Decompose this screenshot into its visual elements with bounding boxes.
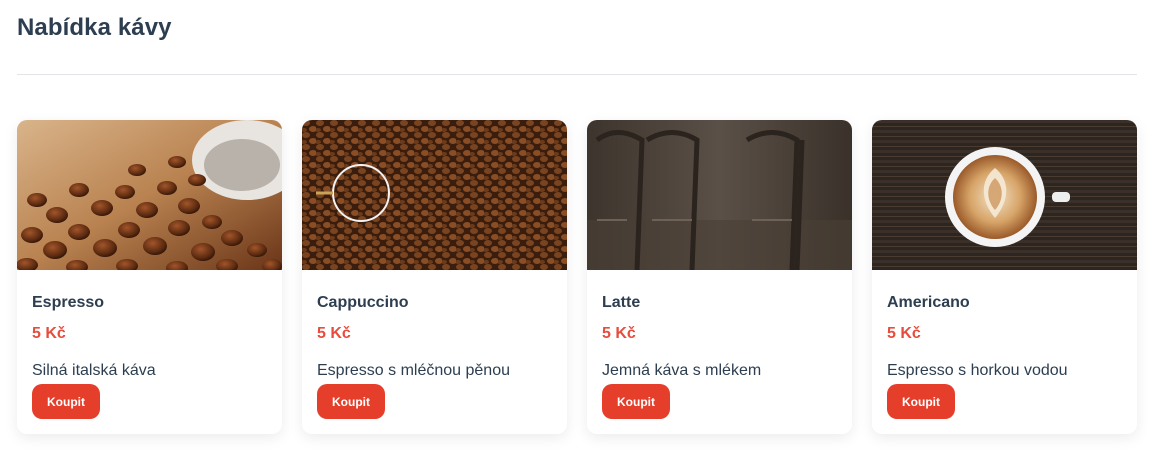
- buy-button[interactable]: Koupit: [602, 384, 670, 419]
- title-divider: [17, 74, 1137, 75]
- product-name: Cappuccino: [317, 294, 409, 311]
- page-title: Nabídka kávy: [17, 14, 172, 41]
- product-card-latte: Latte 5 Kč Jemná káva s mlékem Koupit: [587, 120, 852, 434]
- product-image-bar-stools: [587, 120, 852, 270]
- product-price: 5 Kč: [602, 325, 636, 342]
- product-card-americano: Americano 5 Kč Espresso s horkou vodou K…: [872, 120, 1137, 434]
- product-description: Espresso s mléčnou pěnou: [317, 362, 510, 379]
- product-name: Americano: [887, 294, 970, 311]
- product-description: Jemná káva s mlékem: [602, 362, 762, 379]
- product-image-coffee-beans-magnifier: [302, 120, 567, 270]
- product-card-cappuccino: Cappuccino 5 Kč Espresso s mléčnou pěnou…: [302, 120, 567, 434]
- product-description: Silná italská káva: [32, 362, 156, 379]
- product-grid: Espresso 5 Kč Silná italská káva Koupit: [17, 120, 1137, 434]
- product-description: Espresso s horkou vodou: [887, 362, 1068, 379]
- product-card-body: Latte 5 Kč Jemná káva s mlékem Koupit: [587, 270, 852, 434]
- product-card-body: Cappuccino 5 Kč Espresso s mléčnou pěnou…: [302, 270, 567, 434]
- buy-button[interactable]: Koupit: [32, 384, 100, 419]
- product-price: 5 Kč: [887, 325, 921, 342]
- product-card-espresso: Espresso 5 Kč Silná italská káva Koupit: [17, 120, 282, 434]
- buy-button[interactable]: Koupit: [887, 384, 955, 419]
- product-price: 5 Kč: [32, 325, 66, 342]
- product-image-coffee-beans: [17, 120, 282, 270]
- product-name: Latte: [602, 294, 641, 311]
- product-card-body: Espresso 5 Kč Silná italská káva Koupit: [17, 270, 282, 434]
- product-price: 5 Kč: [317, 325, 351, 342]
- buy-button[interactable]: Koupit: [317, 384, 385, 419]
- product-image-latte-art-cup: [872, 120, 1137, 270]
- page: Nabídka kávy Espresso 5 Kč Silná italská…: [0, 0, 1155, 452]
- product-card-body: Americano 5 Kč Espresso s horkou vodou K…: [872, 270, 1137, 434]
- product-name: Espresso: [32, 294, 105, 311]
